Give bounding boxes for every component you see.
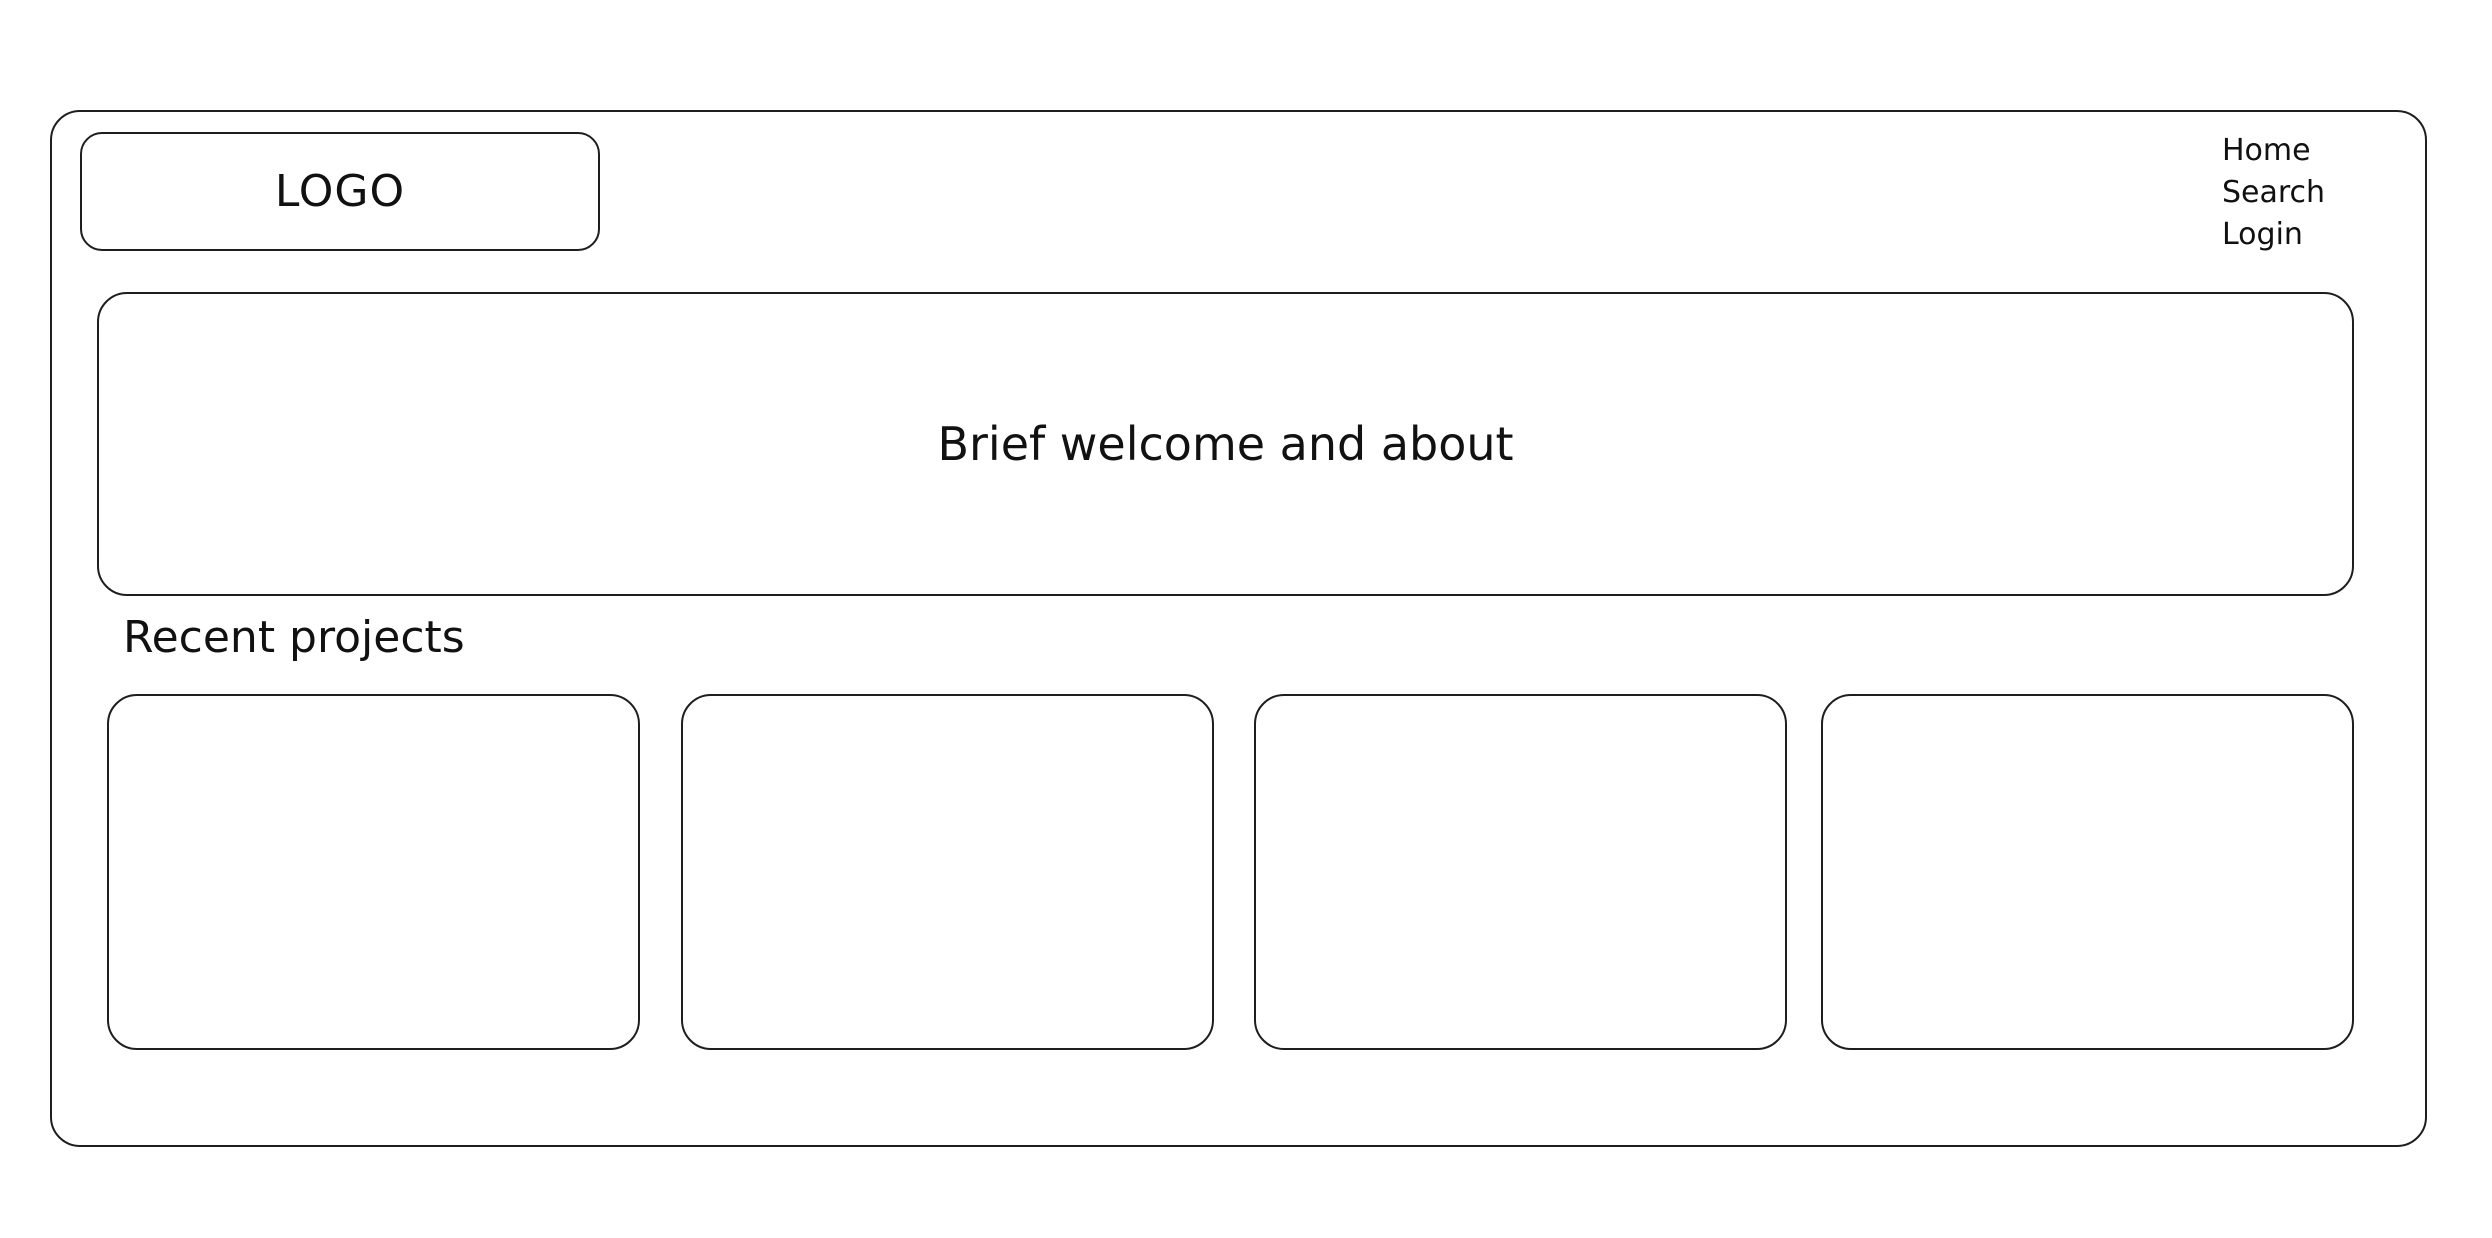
project-card[interactable]	[107, 694, 640, 1050]
nav-search-link[interactable]: Search	[2222, 172, 2325, 214]
project-card[interactable]	[1254, 694, 1787, 1050]
project-card[interactable]	[681, 694, 1214, 1050]
logo[interactable]: LOGO	[80, 132, 600, 251]
nav-login-link[interactable]: Login	[2222, 214, 2325, 256]
nav-home-link[interactable]: Home	[2222, 130, 2325, 172]
hero-banner: Brief welcome and about	[97, 292, 2354, 596]
main-nav: Home Search Login	[2222, 130, 2325, 256]
recent-projects-title: Recent projects	[123, 612, 465, 663]
project-card[interactable]	[1821, 694, 2354, 1050]
logo-text: LOGO	[274, 166, 406, 217]
hero-text: Brief welcome and about	[937, 417, 1514, 471]
